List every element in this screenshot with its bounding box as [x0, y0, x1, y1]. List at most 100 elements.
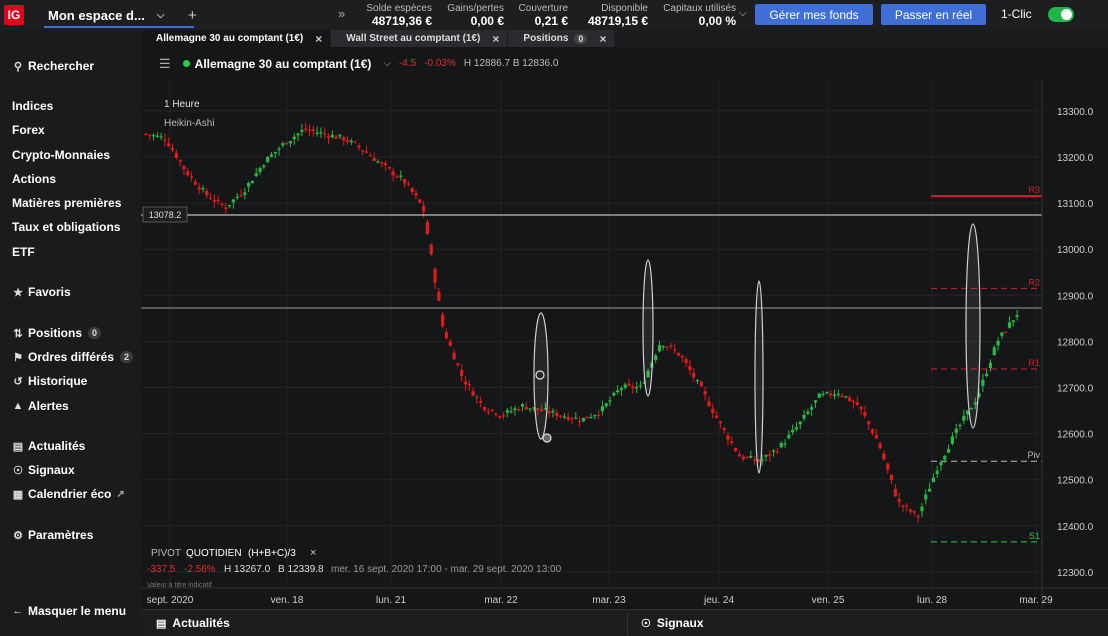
candle-body: [520, 404, 525, 407]
stat-cash: Solde espèces 48719,36 €: [362, 3, 432, 28]
y-tick-label: 12800.0: [1057, 337, 1094, 348]
pivot-level-label: Piv: [1027, 450, 1040, 460]
sidebar-item-alerts[interactable]: ▲ Alertes: [12, 399, 69, 413]
x-tick-label: sept. 2020: [147, 595, 194, 606]
candle-body: [201, 188, 205, 190]
chevron-down-icon[interactable]: ⌵: [739, 8, 747, 19]
candle-body: [741, 456, 745, 460]
drawing-handle[interactable]: [542, 433, 552, 443]
stat-value: 0,21 €: [534, 14, 568, 28]
tab-wallstreet[interactable]: Wall Street au comptant (1€) ×: [331, 30, 508, 47]
candle-body: [688, 365, 692, 371]
candle-body: [235, 196, 239, 198]
candle-body: [353, 141, 357, 143]
sidebar-item-label: Signaux: [28, 463, 75, 477]
oneclick-toggle[interactable]: [1048, 7, 1074, 22]
double-chevron-icon[interactable]: »: [338, 6, 345, 21]
sidebar-item-news[interactable]: ▤ Actualités: [12, 439, 86, 453]
sidebar-item-label: Masquer le menu: [28, 604, 127, 618]
candle-body: [924, 494, 928, 500]
candle-body: [1015, 315, 1019, 317]
sidebar-item-shares[interactable]: Actions: [12, 172, 56, 186]
menu-icon[interactable]: ☰: [159, 56, 171, 72]
bottom-news-label: Actualités: [172, 616, 230, 630]
candle-body: [186, 171, 190, 176]
drawing-ellipse[interactable]: [642, 259, 654, 397]
sidebar-item-settings[interactable]: ⚙ Paramètres: [12, 528, 93, 542]
y-tick-label: 13300.0: [1057, 107, 1094, 118]
price-chart[interactable]: R3R2R1PivS1 13078.212861.0 13300.013200.…: [141, 80, 1108, 608]
candle-body: [878, 443, 882, 449]
candle-body: [935, 470, 939, 474]
x-tick-label: jeu. 24: [703, 595, 734, 606]
candle-body: [558, 415, 563, 417]
sidebar-item-indices[interactable]: Indices: [12, 99, 53, 113]
ig-logo: IG: [4, 5, 24, 25]
close-icon[interactable]: ×: [310, 547, 316, 559]
candle-body: [247, 183, 251, 187]
close-icon[interactable]: ×: [599, 32, 606, 46]
bottom-news-panel[interactable]: ▤ Actualités: [156, 616, 230, 630]
pivot-change: -337.5: [147, 564, 176, 575]
candle-body: [319, 132, 323, 134]
candle-body: [783, 443, 787, 445]
candle-body: [665, 346, 669, 348]
sidebar-item-signals[interactable]: ☉ Signaux: [12, 463, 75, 477]
candle-body: [547, 411, 551, 414]
sidebar-item-commodities[interactable]: Matières premières: [12, 196, 121, 210]
drawing-ellipse[interactable]: [965, 223, 981, 429]
candle-body: [848, 397, 852, 402]
bottom-signals-panel[interactable]: ☉ Signaux: [641, 616, 704, 630]
candle-body: [844, 396, 848, 398]
sidebar-item-orders[interactable]: ⚑ Ordres différés 2: [12, 350, 134, 364]
candle-body: [597, 414, 601, 416]
candle-body: [323, 133, 327, 135]
chevron-down-icon[interactable]: ⌵: [383, 58, 391, 69]
close-icon[interactable]: ×: [492, 32, 499, 46]
candle-body: [467, 384, 471, 386]
tab-germany30[interactable]: Allemagne 30 au comptant (1€) ×: [141, 30, 331, 47]
bottom-signals-label: Signaux: [656, 616, 704, 630]
candle-body: [148, 134, 152, 136]
candle-body: [193, 181, 197, 185]
sidebar-item-positions[interactable]: ⇅ Positions 0: [12, 326, 102, 340]
chevron-down-icon[interactable]: ⌵: [157, 10, 165, 21]
drawing-ellipse[interactable]: [754, 280, 764, 474]
sidebar-item-bonds[interactable]: Taux et obligations: [12, 220, 120, 234]
manage-funds-button[interactable]: Gérer mes fonds: [755, 4, 873, 25]
candle-body: [418, 199, 422, 203]
candle-body: [882, 453, 886, 460]
candle-body: [224, 207, 228, 209]
candle-body: [326, 136, 331, 138]
sidebar-item-search[interactable]: ⚲ Rechercher: [12, 59, 94, 73]
sidebar-item-history[interactable]: ↺ Historique: [12, 374, 87, 388]
go-live-button[interactable]: Passer en réel: [881, 4, 986, 25]
sidebar-item-crypto[interactable]: Crypto-Monnaies: [12, 148, 110, 162]
candle-body: [273, 151, 277, 154]
sidebar-item-forex[interactable]: Forex: [12, 123, 45, 137]
candle-body: [730, 441, 734, 444]
candle-body: [380, 162, 384, 164]
chart-style-label[interactable]: Heikin-Ashi: [164, 118, 215, 129]
sidebar-item-favorites[interactable]: ★ Favoris: [12, 285, 71, 299]
pivot-level-label: R2: [1028, 277, 1040, 287]
sidebar-item-etf[interactable]: ETF: [12, 245, 35, 259]
instrument-name[interactable]: Allemagne 30 au comptant (1€): [195, 57, 372, 71]
candle-body: [638, 385, 643, 387]
x-tick-label: lun. 21: [376, 595, 406, 606]
candle-body: [718, 421, 722, 424]
signal-icon: ☉: [641, 617, 651, 630]
sidebar-item-calendar[interactable]: ▦ Calendrier éco ↗: [12, 487, 125, 501]
hide-menu-button[interactable]: ← Masquer le menu: [12, 604, 127, 618]
candle-body: [1011, 320, 1015, 323]
sidebar-item-label: Forex: [12, 123, 45, 137]
candle-body: [616, 390, 620, 393]
workspace-tab[interactable]: Mon espace d... ⌵: [44, 0, 194, 30]
close-icon[interactable]: ×: [315, 32, 322, 46]
chart-timeframe-label[interactable]: 1 Heure: [164, 99, 200, 110]
candle-body: [262, 165, 266, 168]
candle-body: [315, 132, 319, 134]
add-workspace-icon[interactable]: +: [188, 7, 197, 24]
tab-positions[interactable]: Positions 0 ×: [508, 30, 615, 47]
stat-label: Couverture: [518, 3, 568, 14]
